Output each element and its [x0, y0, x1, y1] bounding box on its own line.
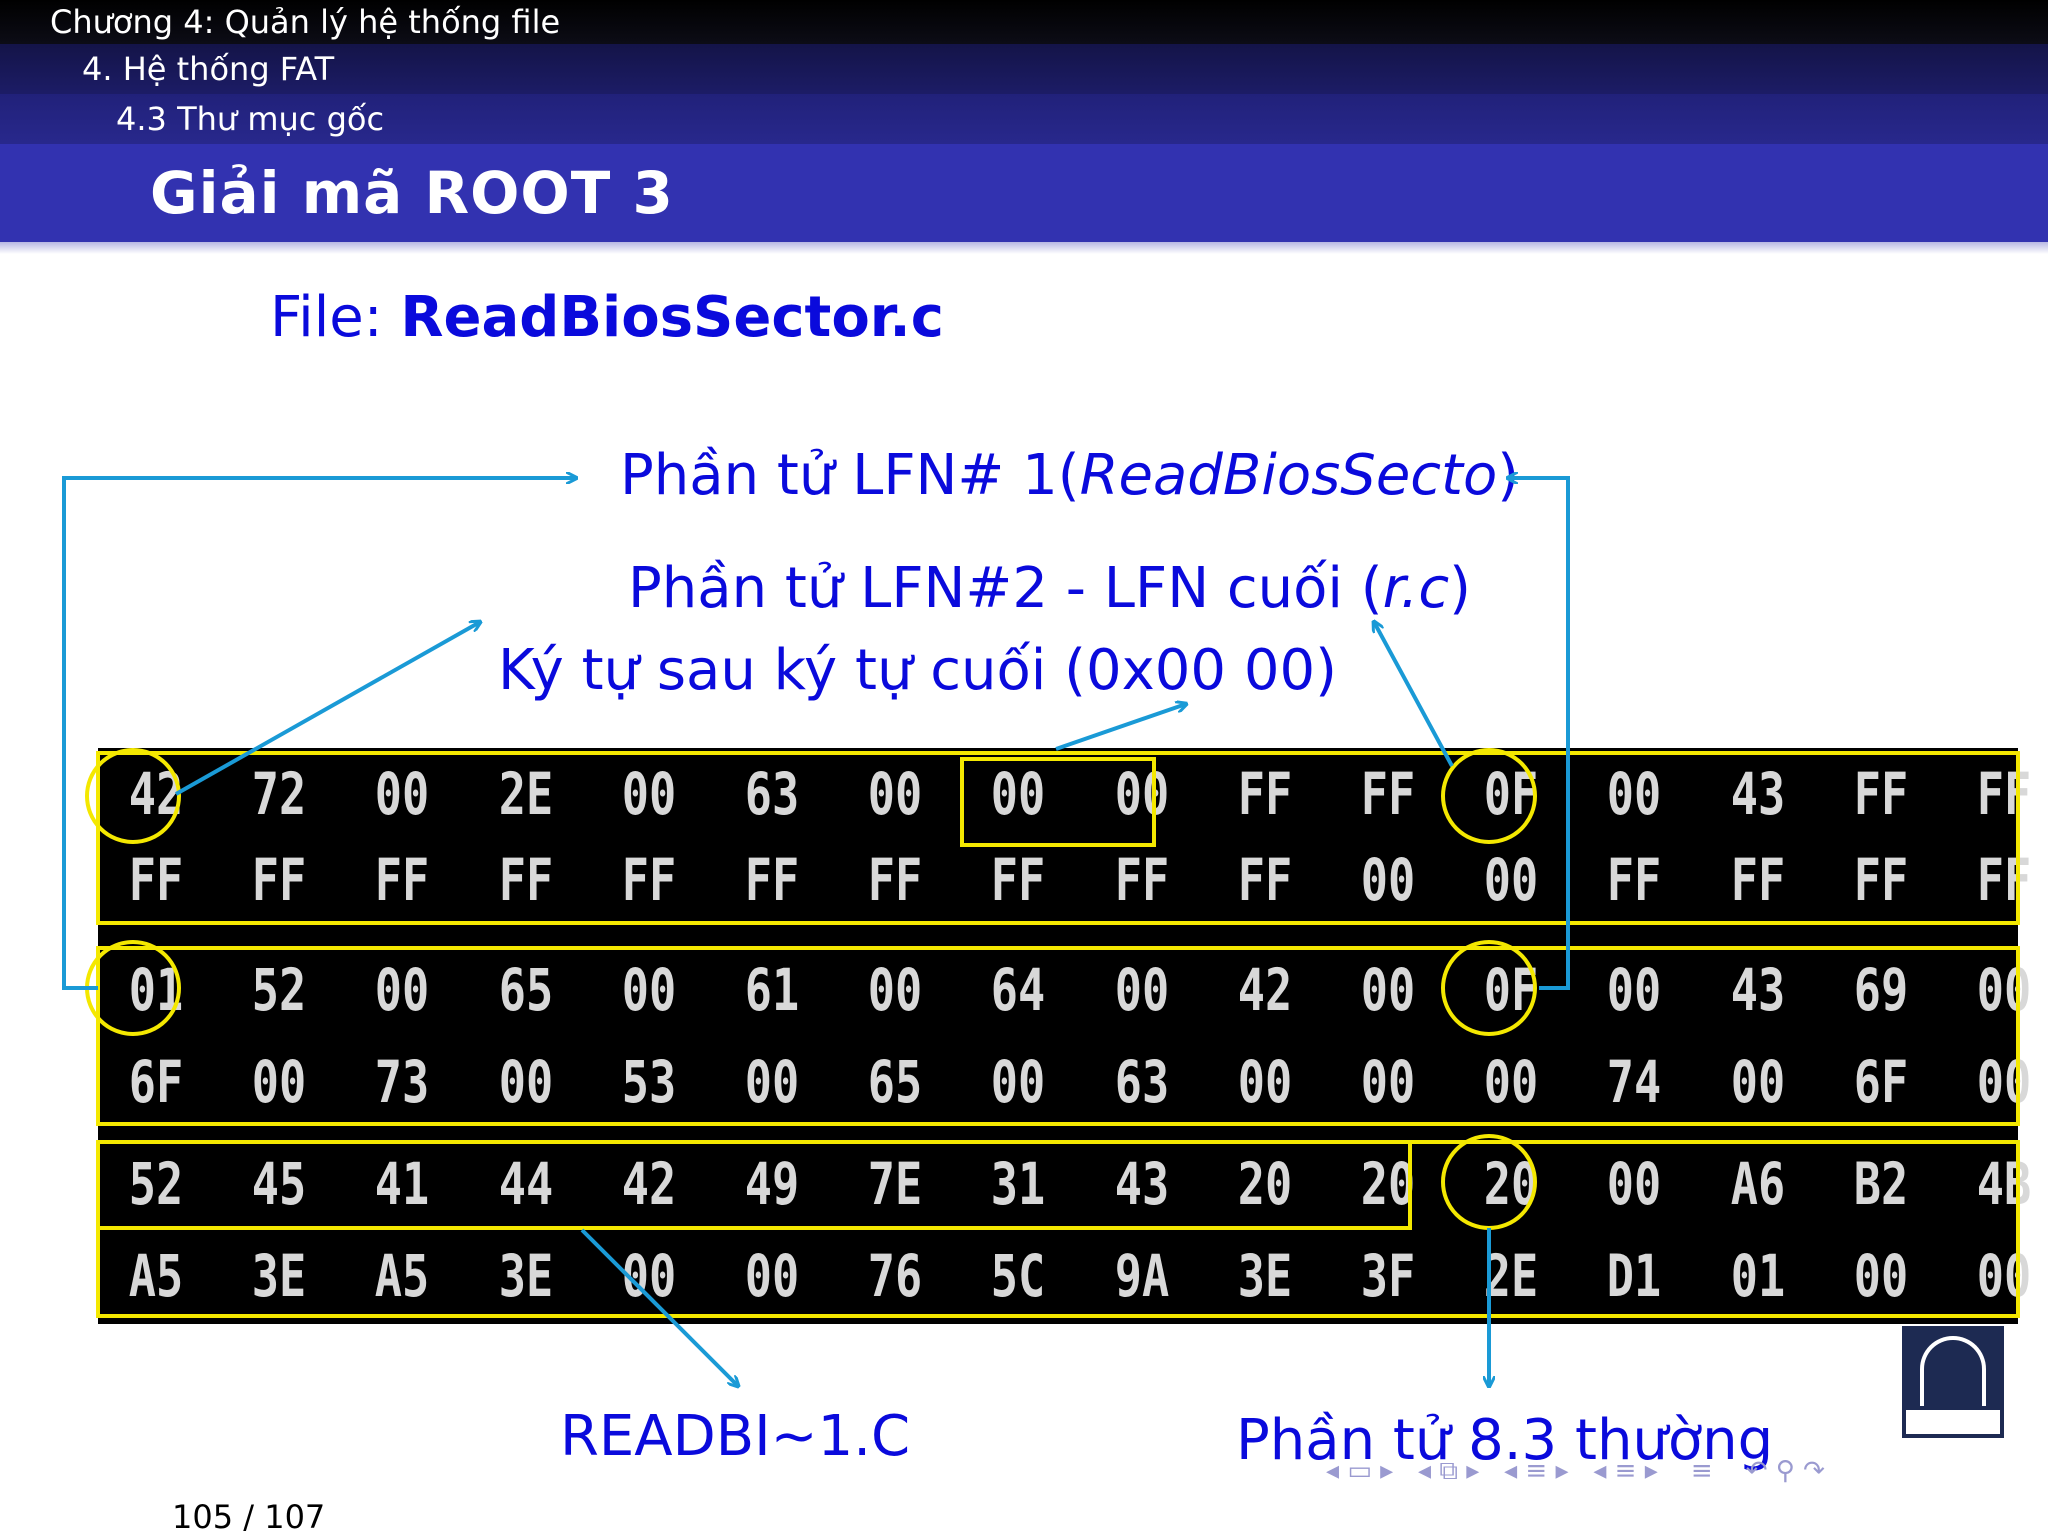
lfn-entry-1-box	[96, 946, 2020, 1126]
short-name-box	[96, 1140, 1412, 1230]
right-arrow-icon[interactable]: ▸	[1645, 1456, 1658, 1486]
arrow-attr-to-lfn1	[1508, 478, 1570, 990]
attr-0f-circle-1	[1441, 748, 1537, 844]
left-arrow-icon[interactable]: ◂	[1593, 1456, 1606, 1486]
seq-byte-42-circle	[85, 748, 181, 844]
right-arrow-icon[interactable]: ▸	[1466, 1456, 1479, 1486]
arrow-shortname	[580, 1228, 738, 1386]
short-name-label: READBI∼1.C	[560, 1404, 911, 1469]
university-logo	[1902, 1326, 2004, 1438]
subsection-icon[interactable]: ⧉	[1439, 1456, 1458, 1486]
section-icon[interactable]: ≡	[1615, 1456, 1637, 1486]
arrow-entry1-to-lfn1	[62, 478, 576, 990]
page-separator: /	[233, 1498, 265, 1536]
page-total: 107	[264, 1498, 326, 1536]
left-arrow-icon[interactable]: ◂	[1326, 1456, 1339, 1486]
lfn-entry-2-box	[96, 751, 2020, 925]
terminator-box	[960, 757, 1156, 847]
align-icon[interactable]: ≡	[1691, 1456, 1713, 1486]
attr-0f-circle-2	[1441, 940, 1537, 1036]
page-number: 105 / 107	[172, 1498, 325, 1536]
right-arrow-icon[interactable]: ▸	[1380, 1456, 1393, 1486]
seq-byte-01-circle	[85, 940, 181, 1036]
arrow-seq42-to-lfn2	[175, 622, 480, 796]
right-arrow-icon[interactable]: ▸	[1555, 1456, 1568, 1486]
section-icon[interactable]: ≡	[1525, 1456, 1547, 1486]
search-icon[interactable]: ⚲	[1776, 1456, 1795, 1486]
arrow-terminator	[1055, 704, 1186, 751]
logo-text-graphic	[1906, 1410, 2000, 1434]
attr-20-circle	[1441, 1134, 1537, 1230]
undo-icon[interactable]: ↶	[1746, 1456, 1768, 1486]
arrow-attr-to-rc	[1374, 622, 1454, 767]
annotation-overlay	[62, 0, 2020, 1536]
left-arrow-icon[interactable]: ◂	[1418, 1456, 1431, 1486]
page-current: 105	[172, 1498, 234, 1536]
left-arrow-icon[interactable]: ◂	[1504, 1456, 1517, 1486]
redo-icon[interactable]: ↷	[1803, 1456, 1825, 1486]
logo-arch-icon	[1920, 1336, 1986, 1406]
frame-icon[interactable]: ▭	[1347, 1456, 1372, 1486]
nav-frame-controls: ◂ ▭ ▸ ◂ ⧉ ▸ ◂ ≡ ▸ ◂ ≡ ▸ ≡ ↶ ⚲ ↷	[1326, 1456, 1825, 1486]
